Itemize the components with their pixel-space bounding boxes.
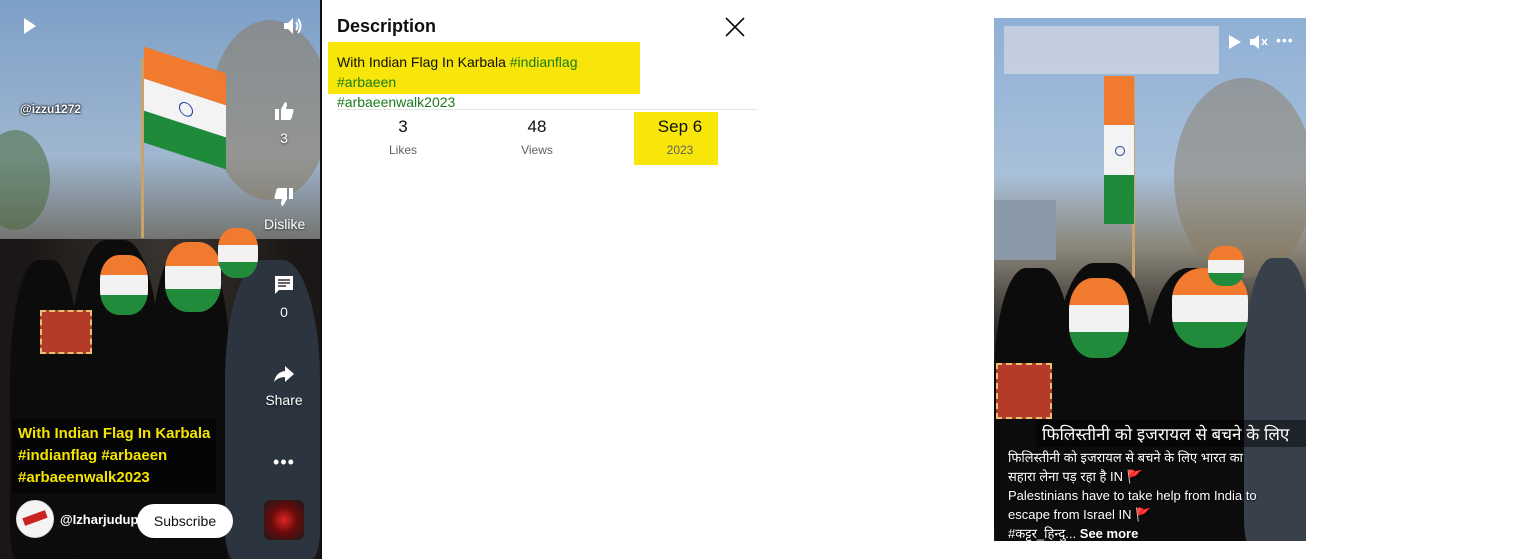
close-button[interactable] xyxy=(720,14,750,40)
caption-line: #arbaeenwalk2023 xyxy=(18,469,150,486)
reel-caption-line: सहारा लेना पड़ रहा है IN 🚩 xyxy=(1008,469,1143,484)
play-icon[interactable] xyxy=(22,17,38,40)
video-scene-building xyxy=(994,200,1056,260)
short-video-player[interactable]: @izzu1272 3 Dislike 0 Share ••• With Ind… xyxy=(0,0,320,559)
more-horizontal-icon[interactable]: ••• xyxy=(1276,32,1294,48)
comment-icon xyxy=(275,276,293,294)
views-value: 48 xyxy=(527,117,547,136)
channel-info[interactable]: @Izharjudupur xyxy=(16,500,151,538)
more-options-button[interactable]: ••• xyxy=(264,452,304,473)
likes-stat: 3 Likes xyxy=(358,117,448,157)
flag-scarf xyxy=(218,228,258,278)
likes-value: 3 xyxy=(398,117,408,136)
comment-count: 0 xyxy=(280,304,288,320)
dislike-button[interactable]: Dislike xyxy=(264,186,306,232)
channel-name[interactable]: @Izharjudupur xyxy=(60,511,151,528)
video-scene-tree xyxy=(0,130,50,230)
date-value: Sep 6 xyxy=(657,117,703,136)
hashtag-link[interactable]: #arbaeenwalk2023 xyxy=(337,94,455,110)
flag-scarf xyxy=(100,255,148,315)
date-stat: Sep 6 2023 xyxy=(635,117,725,157)
views-label: Views xyxy=(521,143,553,157)
description-panel: Description With Indian Flag In Karbala … xyxy=(322,0,768,559)
flag-scarf xyxy=(165,242,221,312)
reel-overlay-text: फिलिस्तीनी को इजरायल से बचने के लिए xyxy=(1036,420,1306,447)
description-plain-text: With Indian Flag In Karbala xyxy=(337,54,510,70)
separator xyxy=(337,109,757,110)
see-more-link[interactable]: See more xyxy=(1080,526,1139,541)
audio-thumbnail[interactable] xyxy=(264,500,304,540)
reel-caption-line: escape from Israel IN 🚩 xyxy=(1008,507,1152,522)
flag-scarf xyxy=(1069,278,1129,358)
reel-caption-line: Palestinians have to take help from Indi… xyxy=(1008,488,1257,503)
dislike-label: Dislike xyxy=(264,216,306,232)
indian-flag-image xyxy=(1104,76,1134,224)
likes-label: Likes xyxy=(388,143,417,157)
mute-icon[interactable] xyxy=(1249,34,1269,54)
caption-line: #indianflag #arbaeen xyxy=(18,447,168,464)
channel-avatar[interactable] xyxy=(16,500,54,538)
thumbs-down-icon xyxy=(274,188,293,206)
reel-video-player[interactable]: ••• फिलिस्तीनी को इजरायल से बचने के लिए … xyxy=(994,18,1306,541)
volume-icon[interactable] xyxy=(282,15,304,42)
reel-caption-line: फिलिस्तीनी को इजरायल से बचने के लिए भारत… xyxy=(1008,450,1243,465)
embroidered-bag xyxy=(40,310,92,354)
thumbs-up-icon xyxy=(275,102,294,120)
share-button[interactable]: Share xyxy=(264,364,304,408)
video-caption: With Indian Flag In Karbala #indianflag … xyxy=(12,419,217,493)
description-text: With Indian Flag In Karbala #indianflag … xyxy=(337,52,637,112)
close-icon xyxy=(725,17,745,37)
comments-button[interactable]: 0 xyxy=(264,274,304,320)
like-count: 3 xyxy=(280,130,288,146)
blurred-header xyxy=(1004,26,1219,74)
reel-caption: फिलिस्तीनी को इजरायल से बचने के लिए भारत… xyxy=(1008,448,1288,541)
views-stat: 48 Views xyxy=(492,117,582,157)
date-year: 2023 xyxy=(666,143,694,157)
play-icon[interactable] xyxy=(1228,34,1242,54)
reel-caption-tag: #कट्टर_हिन्दु... xyxy=(1008,526,1077,541)
video-watermark-handle: @izzu1272 xyxy=(20,102,82,116)
like-button[interactable]: 3 xyxy=(264,100,304,146)
caption-line: With Indian Flag In Karbala xyxy=(18,425,211,442)
video-scene-tree xyxy=(1174,78,1306,278)
hashtag-link[interactable]: #arbaeen xyxy=(337,74,396,90)
share-icon xyxy=(274,366,294,382)
share-label: Share xyxy=(265,392,303,408)
more-horizontal-icon: ••• xyxy=(273,452,295,472)
hashtag-link[interactable]: #indianflag xyxy=(510,54,578,70)
embroidered-bag xyxy=(996,363,1052,419)
description-heading: Description xyxy=(337,16,437,36)
indian-flag-image xyxy=(144,46,226,170)
subscribe-button[interactable]: Subscribe xyxy=(137,504,233,538)
flag-scarf xyxy=(1208,246,1244,286)
